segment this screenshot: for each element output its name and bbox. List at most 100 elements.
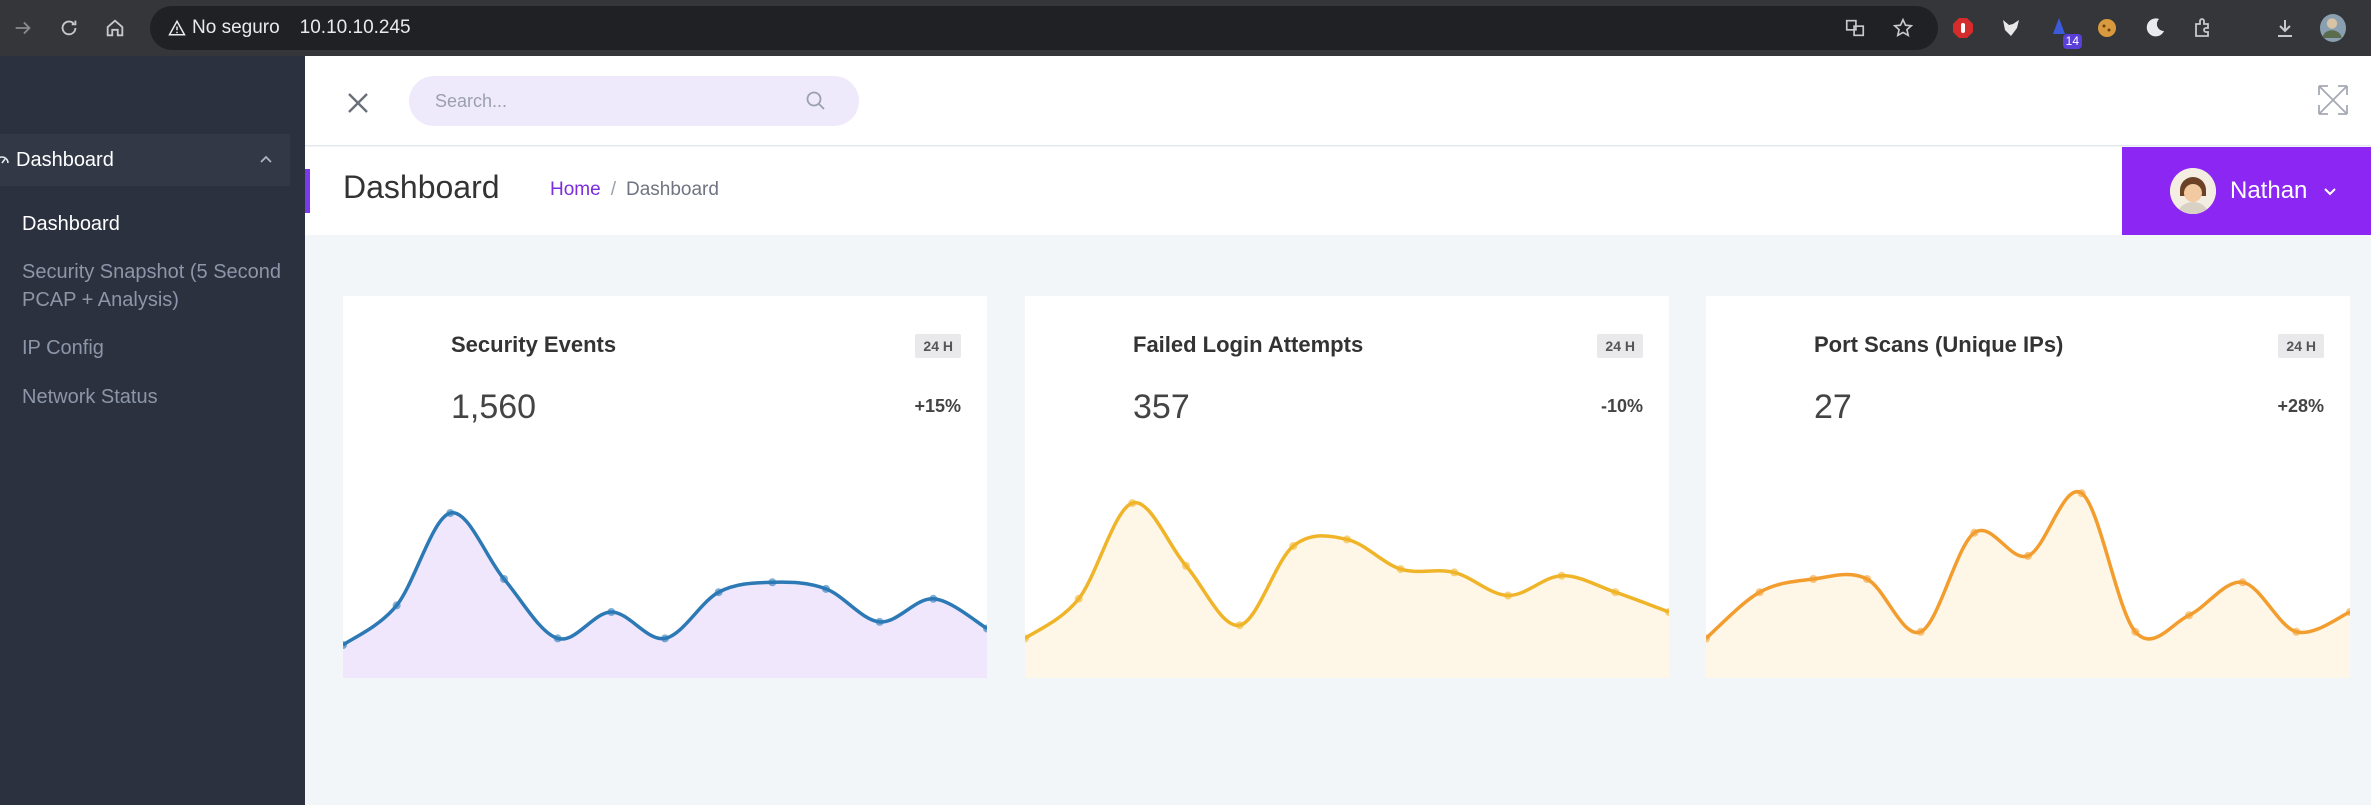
sparkline-point: [1182, 561, 1190, 570]
sidebar: Dashboard Dashboard Security Snapshot (5…: [0, 56, 305, 805]
sparkline-point: [1755, 588, 1764, 597]
period-badge: 24 H: [2278, 334, 2324, 358]
browser-toolbar: No seguro 10.10.10.245 14: [0, 0, 2371, 56]
card-change: -10%: [1600, 396, 1643, 416]
sparkline-chart: [1025, 499, 1669, 678]
sparkline-point: [1289, 542, 1298, 550]
extension-cookie[interactable]: [2094, 15, 2120, 41]
bookmark-star-icon[interactable]: [1892, 17, 1914, 39]
sparkline-point: [2077, 489, 2086, 498]
breadcrumb-home-link[interactable]: Home: [550, 179, 601, 201]
card-title: Failed Login Attempts: [1133, 332, 1364, 357]
card-value: 27: [1814, 388, 1852, 426]
breadcrumb: Home / Dashboard: [550, 179, 719, 201]
reload-button[interactable]: [46, 0, 92, 56]
sparkline-point: [822, 584, 830, 593]
breadcrumb-current: Dashboard: [625, 179, 719, 200]
sparkline-chart: [343, 509, 987, 678]
sparkline-point: [1611, 588, 1620, 597]
arrow-right-icon: [15, 21, 31, 35]
security-indicator[interactable]: No seguro: [160, 17, 290, 39]
puzzle-icon: [2195, 18, 2209, 37]
fox-icon: [2003, 20, 2019, 36]
top-header: [305, 56, 2371, 146]
profile-button[interactable]: [2320, 14, 2346, 42]
stat-card-port-scans: Port Scans (Unique IPs) 24 H 27 +28%: [1706, 296, 2350, 678]
security-label: No seguro: [192, 17, 280, 38]
breadcrumb-separator: /: [610, 179, 616, 200]
card-change: +28%: [2277, 396, 2324, 416]
sidebar-group-label: Dashboard: [16, 148, 114, 171]
extension-badge: 14: [2062, 34, 2082, 49]
translate-icon[interactable]: [1844, 17, 1866, 39]
chevron-down-icon: [2324, 188, 2337, 196]
card-title: Security Events: [451, 332, 617, 357]
sparkline-point: [392, 601, 401, 610]
sparkline-point: [1970, 528, 1979, 537]
download-icon: [2278, 20, 2292, 37]
sparkline-point: [1916, 627, 1925, 636]
sparkline-point: [1074, 594, 1083, 603]
home-button[interactable]: [92, 0, 138, 56]
sparkline-point: [2131, 627, 2140, 636]
sparkline-point: [1504, 591, 1512, 600]
sidebar-group-dashboard[interactable]: Dashboard: [0, 134, 290, 186]
url-text[interactable]: 10.10.10.245: [300, 17, 411, 39]
sidebar-item-network-status[interactable]: Network Status: [22, 383, 282, 411]
sparkline-point: [1809, 575, 1818, 583]
extension-shield[interactable]: [1950, 15, 1976, 41]
sparkline-point: [1235, 621, 1244, 630]
sidebar-item-dashboard[interactable]: Dashboard: [22, 210, 282, 238]
extensions-menu[interactable]: [2190, 15, 2216, 41]
reload-icon: [61, 20, 77, 36]
card-value: 357: [1133, 388, 1190, 426]
close-icon[interactable]: [343, 88, 373, 118]
extension-fox[interactable]: [1998, 15, 2024, 41]
sparkline-area: [1706, 491, 2350, 678]
card-title: Port Scans (Unique IPs): [1814, 332, 2064, 357]
sparkline-point: [1450, 568, 1459, 577]
fullscreen-icon[interactable]: [2315, 82, 2351, 118]
home-icon: [106, 19, 124, 37]
moon-icon: [2146, 18, 2164, 37]
sparkline-point: [875, 617, 884, 626]
sparkline-area: [343, 512, 987, 678]
stat-card-security-events: Security Events 24 H 1,560 +15%: [343, 296, 987, 678]
downloads-button[interactable]: [2272, 15, 2298, 41]
search-input[interactable]: [409, 76, 859, 126]
stat-card-failed-login-attempts: Failed Login Attempts 24 H 357 -10%: [1025, 296, 1669, 678]
sidebar-item-ip-config[interactable]: IP Config: [22, 334, 282, 362]
sparkline-point: [1343, 535, 1351, 544]
title-accent-bar: [305, 169, 310, 213]
sparkline-point: [768, 578, 777, 587]
extension-dark-mode[interactable]: [2142, 15, 2168, 41]
extension-wizard[interactable]: 14: [2046, 15, 2082, 49]
cookie-icon: [2098, 19, 2116, 37]
sparkline-point: [929, 594, 938, 603]
sparkline-point: [714, 588, 723, 597]
address-bar[interactable]: No seguro 10.10.10.245: [150, 6, 1938, 50]
sparkline-point: [2185, 611, 2193, 620]
user-menu-button[interactable]: Nathan: [2122, 147, 2371, 235]
sparkline-point: [553, 634, 562, 643]
dashboard-gauge-icon: [0, 156, 9, 164]
avatar: [2170, 168, 2216, 214]
card-change: +15%: [914, 396, 961, 416]
period-badge: 24 H: [915, 334, 961, 358]
stop-hand-icon: [1953, 18, 1973, 38]
chevron-up-icon: [260, 155, 272, 163]
profile-avatar-icon: [2320, 14, 2346, 42]
sparkline-point: [2292, 627, 2301, 636]
sparkline-point: [1557, 571, 1566, 580]
sparkline-point: [1396, 565, 1405, 574]
sidebar-item-security-snapshot[interactable]: Security Snapshot (5 Second PCAP + Analy…: [22, 258, 282, 314]
forward-button[interactable]: [0, 0, 46, 56]
sparkline-chart: [1706, 489, 2350, 678]
page-title-bar: Dashboard Home / Dashboard Nathan: [305, 147, 2371, 235]
warning-icon: [168, 19, 186, 36]
sparkline-point: [2238, 578, 2247, 587]
period-badge: 24 H: [1597, 334, 1643, 358]
search-icon[interactable]: [805, 90, 827, 112]
sparkline-point: [661, 634, 669, 643]
card-value: 1,560: [451, 388, 537, 426]
